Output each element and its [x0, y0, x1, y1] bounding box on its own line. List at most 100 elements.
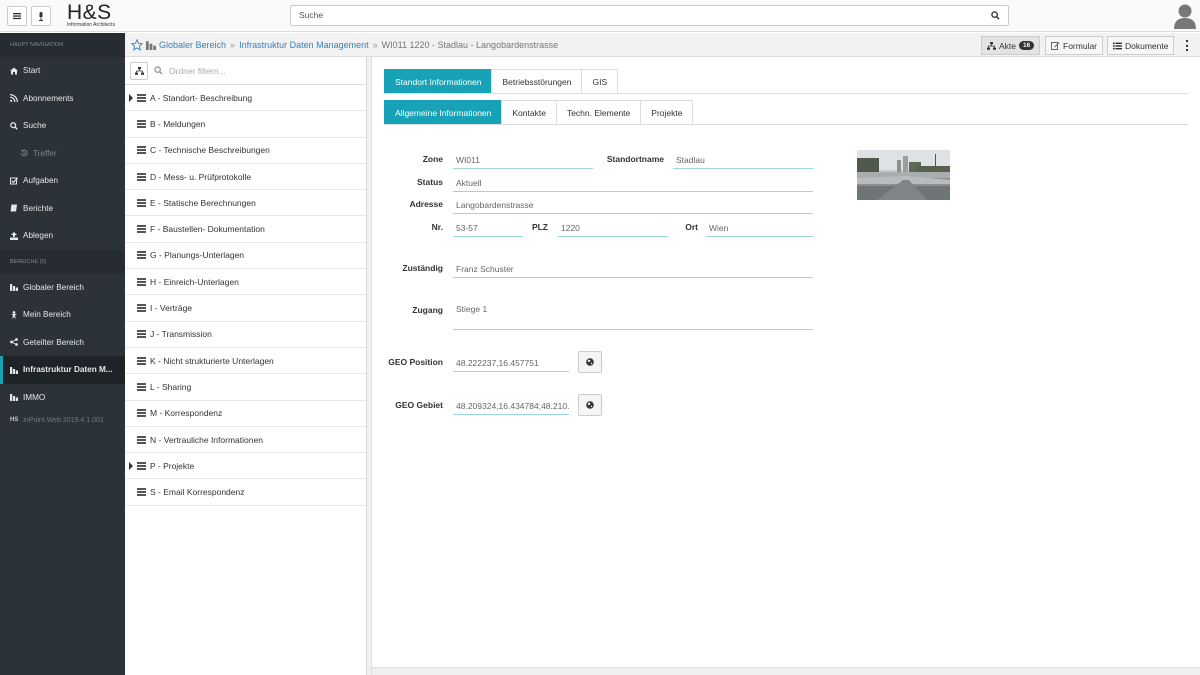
- breadcrumb-current: WI011 1220 - Stadlau - Langobardenstrass…: [381, 39, 559, 50]
- book-icon: [10, 204, 18, 212]
- folder-item-label: H - Einreich-Unterlagen: [150, 276, 239, 287]
- geo-position-button[interactable]: [578, 351, 602, 373]
- expand-caret-icon[interactable]: [129, 462, 133, 471]
- geo-position-label: GEO Position: [388, 357, 443, 367]
- zugang-field[interactable]: Stiege 1: [453, 303, 813, 330]
- sitemap-icon: [987, 41, 996, 50]
- folder-item[interactable]: A - Standort- Beschreibung: [125, 85, 366, 112]
- sidebar-item-ablegen[interactable]: Ablegen: [0, 222, 125, 250]
- sidebar-item-globaler-bereich[interactable]: Globaler Bereich: [0, 274, 125, 302]
- folder-item[interactable]: G - Planungs-Unterlagen: [125, 243, 366, 270]
- sidebar-item-aufgaben[interactable]: Aufgaben: [0, 167, 125, 195]
- formular-label: Formular: [1063, 40, 1098, 51]
- tab-allgemeine-informationen[interactable]: Allgemeine Informationen: [384, 100, 503, 124]
- tab-gis[interactable]: GIS: [581, 69, 619, 93]
- sidebar-item-suche[interactable]: Suche: [0, 112, 125, 140]
- sidebar-item-berichte[interactable]: Berichte: [0, 195, 125, 223]
- folder-list-icon: [137, 251, 146, 260]
- rss-icon: [10, 94, 18, 103]
- tree-structure-button[interactable]: [130, 61, 148, 80]
- folder-item[interactable]: B - Meldungen: [125, 111, 366, 138]
- building-icon: [10, 393, 18, 402]
- nr-field[interactable]: 53-57: [453, 222, 523, 237]
- sidebar-item-start[interactable]: Start: [0, 57, 125, 85]
- geo-position-field[interactable]: 48.222237,16.457751: [453, 357, 569, 372]
- folder-item-label: L - Sharing: [150, 381, 192, 392]
- breadcrumb-globaler-bereich[interactable]: Globaler Bereich: [159, 40, 226, 50]
- dokumente-button[interactable]: Dokumente: [1107, 36, 1175, 55]
- sidebar-item-label: Treffer: [33, 148, 57, 158]
- sidebar-item-label: Ablegen: [23, 231, 54, 240]
- folder-item[interactable]: F - Baustellen- Dokumentation: [125, 216, 366, 243]
- formular-button[interactable]: Formular: [1045, 36, 1104, 55]
- building-icon: [10, 283, 18, 292]
- folder-item[interactable]: M - Korrespondenz: [125, 401, 366, 427]
- user-icon: [1174, 4, 1196, 29]
- sidebar-item-label: Mein Bereich: [23, 310, 71, 319]
- folder-item-label: S - Email Korrespondenz: [150, 487, 245, 498]
- tab-kontakte[interactable]: Kontakte: [501, 100, 557, 124]
- geo-gebiet-button[interactable]: [578, 394, 602, 416]
- tab-projekte[interactable]: Projekte: [640, 100, 694, 124]
- bottom-splitter[interactable]: [372, 667, 1200, 675]
- zustaendig-field[interactable]: Franz Schuster: [453, 263, 813, 278]
- adresse-field[interactable]: Langobardenstrasse: [453, 199, 813, 214]
- folder-item[interactable]: S - Email Korrespondenz: [125, 479, 366, 506]
- folder-item[interactable]: N - Vertrauliche Informationen: [125, 427, 366, 454]
- more-options-icon[interactable]: [1184, 40, 1190, 51]
- folder-list-icon: [137, 304, 146, 313]
- plz-label: PLZ: [531, 222, 548, 232]
- star-icon[interactable]: [131, 38, 143, 51]
- folder-item[interactable]: H - Einreich-Unterlagen: [125, 269, 366, 296]
- search-icon: [10, 121, 18, 130]
- sidebar-item-abonnements[interactable]: Abonnements: [0, 85, 125, 113]
- sidebar-item-label: Geteilter Bereich: [23, 337, 84, 347]
- folder-item[interactable]: I - Verträge: [125, 295, 366, 322]
- user-avatar[interactable]: [1173, 3, 1197, 29]
- sidebar-item-treffer[interactable]: Treffer: [0, 140, 125, 168]
- global-search-input[interactable]: Suche: [290, 5, 1009, 26]
- folder-item[interactable]: P - Projekte: [125, 453, 366, 480]
- ort-field[interactable]: Wien: [706, 222, 813, 237]
- menu-toggle-button[interactable]: [7, 6, 27, 26]
- tab-techn-elemente[interactable]: Techn. Elemente: [555, 100, 642, 124]
- folder-list-icon: [137, 435, 146, 444]
- person-icon: [10, 310, 18, 319]
- akte-label: Akte: [999, 40, 1017, 51]
- site-photo[interactable]: [857, 150, 950, 200]
- tab-betriebsstoerungen[interactable]: Betriebsstörungen: [491, 69, 583, 93]
- akte-button[interactable]: Akte 16: [981, 36, 1041, 55]
- folder-item[interactable]: C - Technische Beschreibungen: [125, 138, 366, 164]
- standortname-field[interactable]: Stadlau: [673, 154, 813, 169]
- voice-search-button[interactable]: [31, 6, 51, 26]
- breadcrumb-infrastruktur[interactable]: Infrastruktur Daten Management: [239, 40, 369, 50]
- folder-list-icon: [137, 330, 146, 339]
- sidebar-item-geteilter-bereich[interactable]: Geteilter Bereich: [0, 329, 125, 357]
- folder-item[interactable]: D - Mess- u. Prüfprotokolle: [125, 164, 366, 191]
- tab-standort-informationen[interactable]: Standort Informationen: [384, 69, 493, 93]
- upload-icon: [10, 231, 18, 240]
- folder-item-label: D - Mess- u. Prüfprotokolle: [150, 171, 252, 182]
- folder-item-label: P - Projekte: [150, 460, 195, 471]
- globe-icon: [586, 358, 594, 366]
- status-field[interactable]: Aktuell: [453, 177, 813, 192]
- geo-gebiet-field[interactable]: 48.209324,16.434784;48.210...: [453, 400, 569, 415]
- folder-item[interactable]: K - Nicht strukturierte Unterlagen: [125, 348, 366, 375]
- folder-item[interactable]: J - Transmission: [125, 322, 366, 348]
- search-icon: [991, 11, 1000, 20]
- zone-field[interactable]: WI011: [453, 154, 593, 169]
- folder-list-icon: [137, 488, 146, 497]
- folder-list-icon: [137, 172, 146, 181]
- sidebar-item-infrastruktur[interactable]: Infrastruktur Daten M...: [0, 356, 125, 384]
- expand-caret-icon[interactable]: [129, 94, 133, 102]
- akte-count-badge: 16: [1019, 41, 1035, 50]
- search-placeholder: Suche: [299, 10, 324, 20]
- checkbox-icon: [10, 177, 18, 185]
- sidebar-item-mein-bereich[interactable]: Mein Bereich: [0, 301, 125, 329]
- plz-field[interactable]: 1220: [558, 222, 668, 237]
- folder-item[interactable]: E - Statische Berechnungen: [125, 190, 366, 217]
- areas-header: BEREICHE (5): [0, 249, 125, 274]
- folder-filter-input[interactable]: Ordner filtern...: [169, 66, 226, 76]
- folder-tree: Ordner filtern... A - Standort- Beschrei…: [125, 57, 367, 675]
- folder-item[interactable]: L - Sharing: [125, 374, 366, 401]
